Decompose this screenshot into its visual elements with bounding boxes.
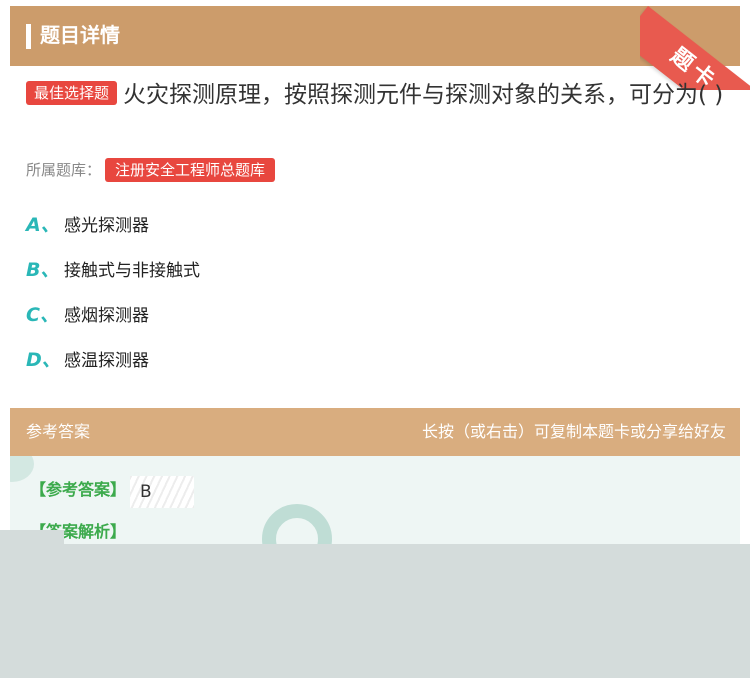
option-a[interactable]: A、 感光探测器: [26, 210, 149, 240]
watermark-logo: [262, 504, 332, 544]
answer-value: B: [130, 476, 194, 508]
overlay-notch: [0, 530, 64, 544]
option-letter: C、: [26, 304, 59, 326]
option-b[interactable]: B、 接触式与非接触式: [26, 255, 200, 285]
question-bank-label: 所属题库：: [26, 161, 102, 179]
answer-label: 【参考答案】: [30, 480, 127, 499]
option-text: 感光探测器: [64, 216, 149, 236]
question-bank-badge[interactable]: 注册安全工程师总题库: [105, 158, 276, 182]
share-hint: 长按（或右击）可复制本题卡或分享给好友: [421, 422, 726, 441]
answer-panel: 【参考答案】 B 【答案解析】: [10, 456, 740, 544]
question-block: 最佳选择题 火灾探测原理，按照探测元件与探测对象的关系，可分为( ): [26, 76, 726, 114]
answer-header-bar[interactable]: 参考答案 长按（或右击）可复制本题卡或分享给好友: [10, 408, 740, 456]
question-bank-row: 所属题库： 注册安全工程师总题库: [26, 158, 276, 182]
loading-overlay: [0, 530, 750, 678]
header-accent-bar: [26, 24, 31, 49]
option-d[interactable]: D、 感温探测器: [26, 345, 149, 375]
option-letter: B、: [26, 259, 60, 281]
option-c[interactable]: C、 感烟探测器: [26, 300, 149, 330]
answer-section-title: 参考答案: [26, 422, 91, 441]
question-type-badge: 最佳选择题: [26, 81, 118, 105]
option-text: 感温探测器: [64, 351, 149, 371]
option-letter: D、: [26, 349, 61, 371]
question-text: 火灾探测原理，按照探测元件与探测对象的关系，可分为( ): [123, 82, 724, 108]
option-letter: A、: [26, 214, 60, 236]
page-header: 题目详情: [10, 6, 740, 66]
option-text: 感烟探测器: [64, 306, 149, 326]
page-title: 题目详情: [40, 23, 120, 47]
option-text: 接触式与非接触式: [64, 261, 200, 281]
